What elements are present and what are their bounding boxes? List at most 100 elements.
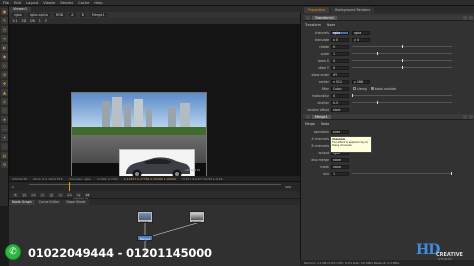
- shutter-field[interactable]: 0.5: [331, 100, 349, 105]
- play-back-button[interactable]: <: [40, 192, 45, 197]
- black-outside-checkbox[interactable]: [370, 87, 374, 90]
- mask-select[interactable]: none: [331, 164, 349, 169]
- close-panel-icon[interactable]: [469, 114, 473, 119]
- mix-field[interactable]: 1: [331, 171, 349, 176]
- mix-slider[interactable]: [352, 172, 452, 175]
- metadata-tools-icon[interactable]: ⓘ: [1, 107, 8, 114]
- float-panel-icon[interactable]: [463, 114, 467, 119]
- viewer-canvas[interactable]: 1024x576 1024x576: [9, 24, 300, 200]
- node-settings-icon[interactable]: [306, 15, 310, 20]
- view-mode-select[interactable]: 2D: [21, 19, 26, 23]
- views-tools-icon[interactable]: ◎: [1, 98, 8, 105]
- skew-y-field[interactable]: 0: [331, 65, 349, 70]
- menu-layout[interactable]: Layout: [26, 1, 38, 5]
- node-settings-icon[interactable]: [306, 114, 310, 119]
- channel-select[interactable]: rgba: [12, 13, 24, 17]
- shutter-offset-select[interactable]: start: [331, 107, 349, 112]
- tab-transform[interactable]: Transform: [305, 23, 321, 27]
- timeline[interactable]: 1 100: [9, 181, 300, 192]
- keyer-tools-icon[interactable]: ◇: [1, 62, 8, 69]
- tab-merge[interactable]: Merge: [305, 122, 315, 126]
- time-tools-icon[interactable]: ◷: [1, 26, 8, 33]
- other-tools-icon[interactable]: …: [1, 125, 8, 132]
- channel-tools-icon[interactable]: ≡: [1, 35, 8, 42]
- motionblur-slider[interactable]: [352, 94, 452, 97]
- tab-node[interactable]: Node: [327, 23, 335, 27]
- rotate-field[interactable]: 0: [331, 44, 349, 49]
- close-panel-icon[interactable]: [469, 15, 473, 20]
- menu-cache[interactable]: Cache: [78, 1, 89, 5]
- frame-field[interactable]: 1: [13, 192, 18, 197]
- 3d-tools-icon[interactable]: ▲: [1, 89, 8, 96]
- draw-tools-icon[interactable]: ✎: [1, 17, 8, 24]
- transform-row-skew-y: skew Y 0: [305, 65, 471, 70]
- gamma-field[interactable]: 1: [39, 19, 41, 23]
- merge1-node[interactable]: Merge1: [137, 235, 153, 241]
- channels-sub-select[interactable]: rgba: [352, 30, 370, 35]
- filter-tools-icon[interactable]: ◆: [1, 53, 8, 60]
- timeline-end: 100: [285, 185, 291, 189]
- skew-y-slider[interactable]: [352, 66, 452, 69]
- menu-help[interactable]: Help: [94, 1, 102, 5]
- go-last-button[interactable]: >|: [76, 192, 81, 197]
- also-merge-select[interactable]: none: [331, 157, 349, 162]
- info-format: 1024x576: [12, 176, 28, 181]
- rotate-slider[interactable]: [352, 45, 452, 48]
- particles-tools-icon[interactable]: ∴: [1, 143, 8, 150]
- skew-x-slider[interactable]: [352, 59, 452, 62]
- deep-tools-icon[interactable]: ▤: [1, 152, 8, 159]
- input-a-select[interactable]: A: [69, 13, 76, 17]
- fps-field[interactable]: 24: [85, 192, 90, 197]
- read2-node[interactable]: Read2: [189, 211, 205, 224]
- scale-field[interactable]: 1: [331, 51, 349, 56]
- go-first-button[interactable]: |<: [22, 192, 27, 197]
- transform-row-translate: translate x 0 y 0: [305, 37, 471, 42]
- play-forward-button[interactable]: >: [58, 192, 63, 197]
- image-tools-icon[interactable]: ▣: [1, 8, 8, 15]
- plugins-tools-icon[interactable]: ⚙: [1, 161, 8, 168]
- input-node-select[interactable]: Merge1: [89, 13, 107, 17]
- menu-render[interactable]: Render: [60, 1, 73, 5]
- display-select[interactable]: RGB: [53, 13, 66, 17]
- step-forward-button[interactable]: >>: [67, 192, 72, 197]
- transform-node-name[interactable]: Transform1: [312, 15, 338, 20]
- clamp-checkbox[interactable]: [353, 87, 356, 90]
- tooltip-body: The effect is applied only to these chan…: [332, 141, 369, 147]
- transform-row-shutter: shutter 0.5: [305, 100, 471, 105]
- zoom-select[interactable]: 1:1: [12, 19, 17, 23]
- transform-row-center: center x 512 y 288: [305, 79, 471, 84]
- menu-edit[interactable]: Edit: [14, 1, 21, 5]
- filter-select[interactable]: Cubic: [331, 86, 349, 91]
- pause-button[interactable]: ||: [49, 192, 54, 197]
- skew-order-select[interactable]: XY: [331, 72, 349, 77]
- merge-node-name[interactable]: Merge1: [312, 114, 331, 119]
- menu-viewer[interactable]: Viewer: [43, 1, 55, 5]
- input-b-select[interactable]: B: [79, 13, 86, 17]
- operation-select[interactable]: over: [331, 129, 349, 134]
- info-rgba: 0.11647 0.27766 0.50086 1.00000: [123, 176, 177, 181]
- merge-row-also-merge: also merge none: [305, 157, 471, 162]
- transform-row-motionblur: motionblur 0: [305, 93, 471, 98]
- shutter-slider[interactable]: [352, 101, 452, 104]
- menu-file[interactable]: File: [3, 1, 9, 5]
- channels-select[interactable]: rgba: [331, 30, 349, 35]
- read1-node[interactable]: Read1: [137, 211, 153, 224]
- motionblur-field[interactable]: 0: [331, 93, 349, 98]
- merge-tools-icon[interactable]: ⊕: [1, 71, 8, 78]
- furnace-tools-icon[interactable]: ✦: [1, 134, 8, 141]
- scale-slider[interactable]: [352, 52, 452, 55]
- lut-select[interactable]: Y: [45, 19, 47, 23]
- float-panel-icon[interactable]: [463, 15, 467, 20]
- toolsets-icon[interactable]: ★: [1, 116, 8, 123]
- gain-field[interactable]: f/8: [30, 19, 35, 23]
- transform-tools-icon[interactable]: ✥: [1, 80, 8, 87]
- skew-x-field[interactable]: 0: [331, 58, 349, 63]
- color-tools-icon[interactable]: ◐: [1, 44, 8, 51]
- center-x-field[interactable]: x 512: [331, 79, 349, 84]
- center-y-field[interactable]: y 288: [352, 79, 370, 84]
- alpha-select[interactable]: rgba.alpha: [27, 13, 50, 17]
- translate-x-field[interactable]: x 0: [331, 37, 349, 42]
- tab-node[interactable]: Node: [321, 122, 329, 126]
- step-back-button[interactable]: <<: [31, 192, 36, 197]
- translate-y-field[interactable]: y 0: [352, 37, 370, 42]
